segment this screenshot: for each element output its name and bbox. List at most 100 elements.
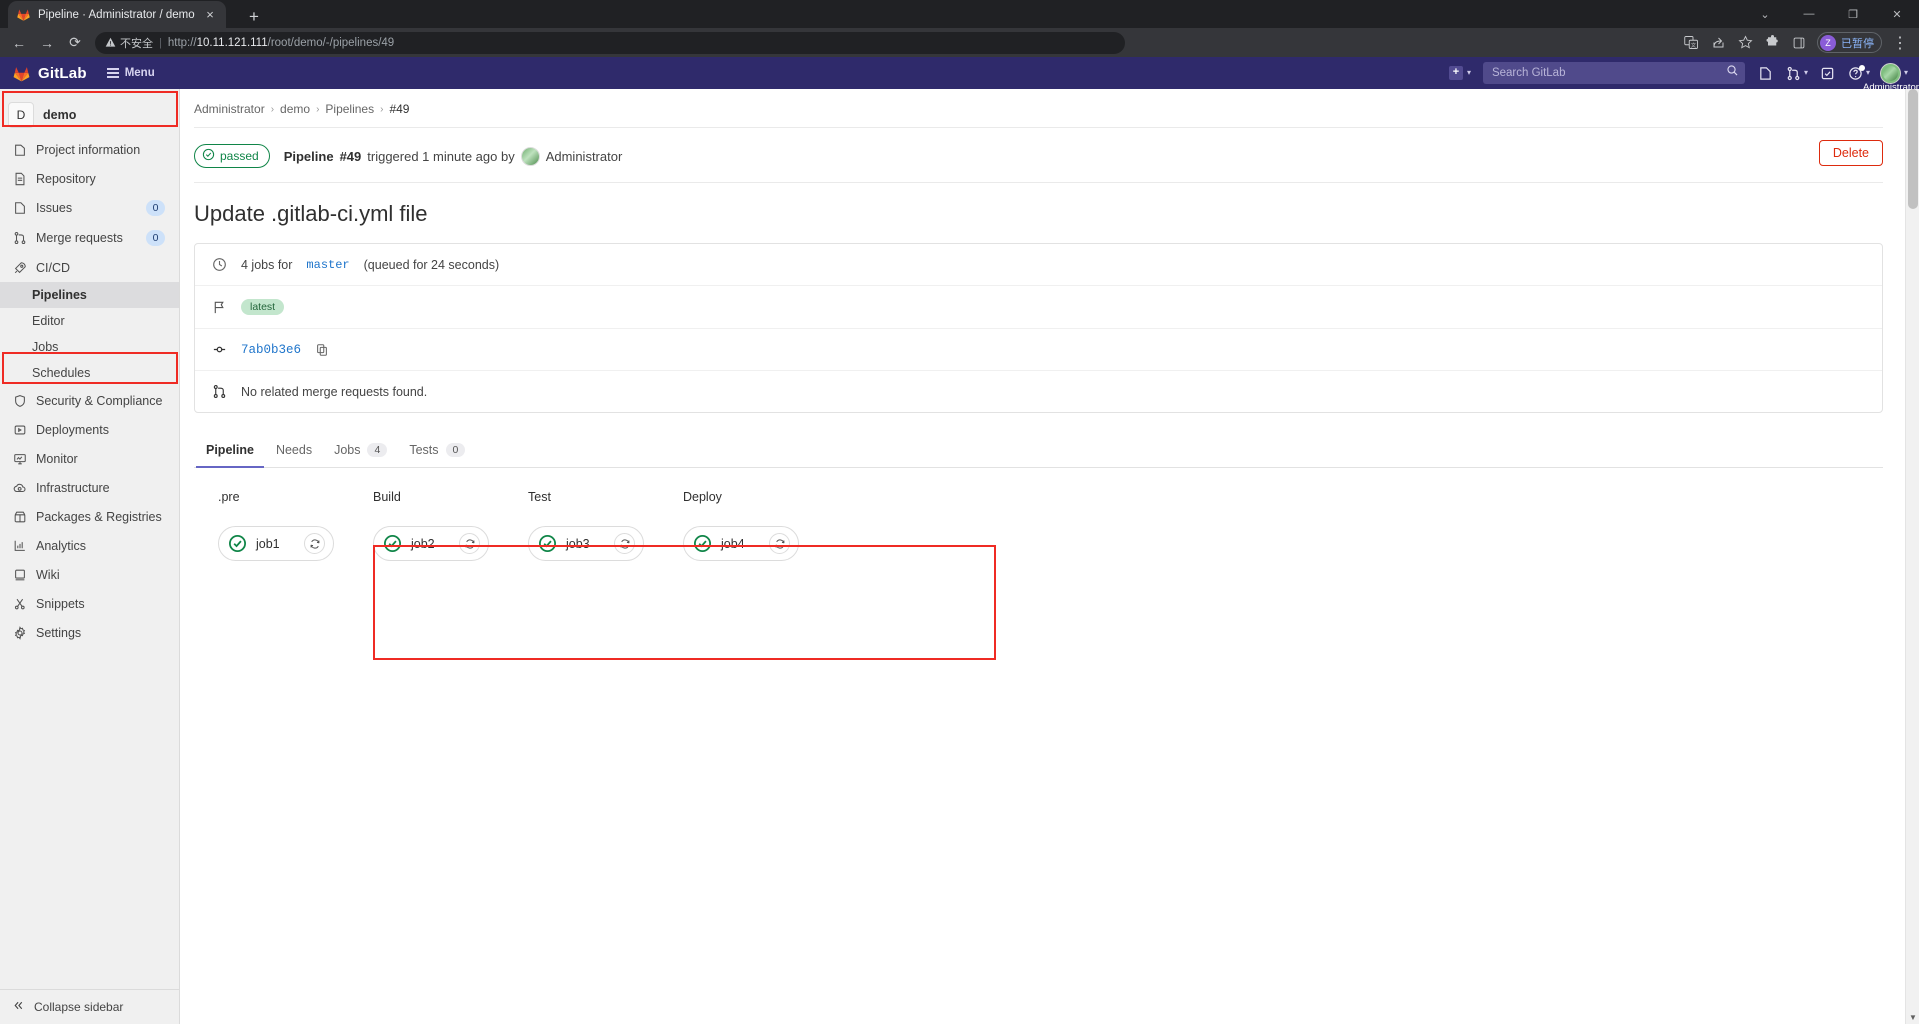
pipeline-author[interactable]: Administrator [546,149,623,164]
reload-icon[interactable]: ⟳ [62,30,88,56]
sidebar-item-merge-requests[interactable]: Merge requests 0 [0,223,179,253]
sidebar-item-jobs[interactable]: Jobs [0,334,179,360]
todos-icon[interactable] [1815,60,1841,86]
delete-button[interactable]: Delete [1818,140,1883,166]
job-pill[interactable]: job3 [528,526,644,561]
browser-profile-button[interactable]: Z 已暂停 [1817,32,1882,53]
job-pill[interactable]: job2 [373,526,489,561]
create-new-button[interactable]: + ▾ [1445,66,1475,80]
sidebar-item-wiki[interactable]: Wiki [0,560,179,589]
new-tab-button[interactable]: + [242,8,266,25]
insecure-warning[interactable]: 不安全 [105,35,153,51]
share-icon[interactable] [1705,30,1731,56]
scrollbar-thumb[interactable] [1908,89,1918,209]
gitlab-navbar: GitLab Menu + ▾ ▾ ▾ [0,57,1919,93]
stage-name: Build [373,490,401,504]
pipeline-tabs: Pipeline Needs Jobs 4 Tests 0 [194,435,1883,468]
sidepanel-icon[interactable] [1786,30,1812,56]
insecure-label: 不安全 [120,37,153,50]
browser-tab[interactable]: Pipeline · Administrator / demo × [8,1,226,28]
sidebar-item-label: Analytics [36,538,87,553]
stage-name: Test [528,490,551,504]
document-icon [12,171,27,186]
user-menu-button[interactable]: ▾ Administrator [1863,62,1919,93]
sidebar-item-security-compliance[interactable]: Security & Compliance [0,386,179,415]
tab-search-chevron-icon[interactable]: ⌄ [1743,0,1787,28]
browser-menu-icon[interactable]: ⋮ [1887,30,1913,56]
sidebar-item-issues[interactable]: Issues 0 [0,193,179,223]
pipeline-triggered-text: triggered 1 minute ago by [367,148,515,164]
tab-needs[interactable]: Needs [266,435,322,468]
main-menu-button[interactable]: Menu [106,67,155,79]
sidebar-item-editor[interactable]: Editor [0,308,179,334]
sidebar-item-project-information[interactable]: Project information [0,135,179,164]
chevron-down-icon: ▾ [1903,68,1908,77]
cloud-gear-icon [12,480,27,495]
job-status-success-icon [538,534,557,553]
ref-name[interactable]: master [306,258,349,272]
project-name-label: demo [43,108,77,122]
minimize-button[interactable]: — [1787,0,1831,28]
sidebar-item-snippets[interactable]: Snippets [0,589,179,618]
maximize-button[interactable]: ❐ [1831,0,1875,28]
navbar-right-group: + ▾ ▾ ▾ ▾ Administrator [1445,60,1919,93]
sidebar-item-infrastructure[interactable]: Infrastructure [0,473,179,502]
sidebar-item-deployments[interactable]: Deployments [0,415,179,444]
sidebar-item-settings[interactable]: Settings [0,618,179,647]
bookmark-star-icon[interactable] [1732,30,1758,56]
profile-label: 已暂停 [1841,37,1874,50]
tab-jobs[interactable]: Jobs 4 [324,435,397,468]
tab-label: Needs [275,443,313,457]
chevron-down-icon: ▾ [1803,68,1808,77]
job-status-success-icon [228,534,247,553]
tab-tests[interactable]: Tests 0 [399,435,475,468]
check-circle-icon [202,148,215,164]
tab-pipeline[interactable]: Pipeline [196,435,264,468]
issues-icon[interactable] [1753,60,1779,86]
job-pill[interactable]: job1 [218,526,334,561]
job-name: job1 [256,536,280,551]
breadcrumb-separator: › [270,103,275,115]
back-icon[interactable]: ← [6,30,32,56]
retry-job-icon[interactable] [614,533,635,554]
forward-icon[interactable]: → [34,30,60,56]
sidebar-item-monitor[interactable]: Monitor [0,444,179,473]
sidebar-item-repository[interactable]: Repository [0,164,179,193]
search-input[interactable] [1491,67,1726,79]
sidebar-project-header[interactable]: D demo [0,95,179,135]
omnibox-divider: | [159,36,162,49]
scroll-down-arrow[interactable]: ▼ [1906,1010,1919,1024]
gitlab-logo-link[interactable]: GitLab [12,64,87,83]
retry-job-icon[interactable] [459,533,480,554]
chart-icon [12,538,27,553]
sidebar-item-ci-cd[interactable]: CI/CD [0,253,179,282]
breadcrumb-item-demo[interactable]: demo [280,102,310,116]
sidebar-item-pipelines[interactable]: Pipelines [0,282,179,308]
breadcrumb-item-pipelines[interactable]: Pipelines [325,102,374,116]
retry-job-icon[interactable] [769,533,790,554]
tab-label: Pipeline [206,443,254,457]
job-name: job2 [411,536,435,551]
merge-requests-icon[interactable]: ▾ [1781,60,1813,86]
breadcrumb-item-administrator[interactable]: Administrator [194,102,265,116]
close-tab-icon[interactable]: × [202,8,218,21]
sidebar-item-packages-registries[interactable]: Packages & Registries [0,502,179,531]
clock-icon [211,257,227,272]
sidebar-item-schedules[interactable]: Schedules [0,360,179,386]
translate-icon[interactable]: 文 [1678,30,1704,56]
commit-sha-link[interactable]: 7ab0b3e6 [241,343,301,357]
sidebar-item-analytics[interactable]: Analytics [0,531,179,560]
copy-icon[interactable] [315,343,329,357]
search-box[interactable] [1482,62,1745,84]
retry-job-icon[interactable] [304,533,325,554]
author-avatar[interactable] [520,146,540,166]
extensions-puzzle-icon[interactable] [1759,30,1785,56]
close-window-button[interactable]: ✕ [1875,0,1919,28]
page-scrollbar[interactable]: ▲ ▼ [1905,89,1919,1024]
browser-toolbar: ← → ⟳ 不安全 | http://10.11.121.111/root/de… [0,28,1919,57]
collapse-sidebar-button[interactable]: Collapse sidebar [0,989,179,1024]
sidebar-item-label: Security & Compliance [36,393,163,408]
job-pill[interactable]: job4 [683,526,799,561]
address-bar[interactable]: 不安全 | http://10.11.121.111/root/demo/-/p… [95,31,1125,54]
search-icon[interactable] [1726,64,1739,82]
